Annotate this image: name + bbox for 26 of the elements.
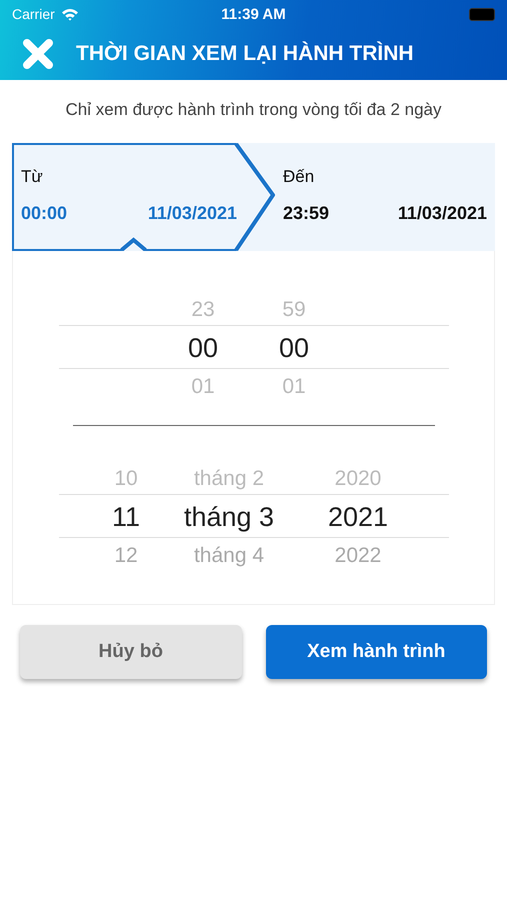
picker-item[interactable]: tháng 2 (194, 460, 264, 497)
picker-item[interactable]: 01 (191, 368, 215, 405)
picker-item[interactable]: 23 (191, 291, 215, 328)
picker-item[interactable]: 2020 (334, 460, 382, 497)
carrier-label: Carrier (12, 6, 55, 22)
picker-item[interactable]: 2022 (334, 537, 382, 574)
picker-item[interactable]: 00 (278, 328, 310, 368)
picker-item[interactable]: 2021 (328, 497, 388, 537)
picker-item[interactable]: 12 (114, 537, 138, 574)
range-tab[interactable]: Từ 00:00 11/03/2021 (12, 143, 275, 251)
picker-item[interactable]: 10 (114, 460, 138, 497)
picker-item[interactable]: 11 (112, 497, 140, 537)
screen-title: THỜI GIAN XEM LẠI HÀNH TRÌNH (76, 42, 414, 66)
range-tab[interactable]: Đến 23:59 11/03/2021 (275, 143, 495, 251)
picker-item[interactable]: tháng 4 (194, 537, 264, 574)
picker-item[interactable]: 59 (282, 291, 306, 328)
view-route-button[interactable]: Xem hành trình (266, 625, 487, 679)
close-icon[interactable] (22, 38, 54, 70)
cancel-button[interactable]: Hủy bỏ (20, 625, 242, 679)
picker-item[interactable]: 00 (188, 328, 218, 368)
battery-icon (469, 8, 495, 20)
wifi-icon (60, 8, 79, 20)
picker-item[interactable]: tháng 3 (184, 497, 274, 537)
notice-text: Chỉ xem được hành trình trong vòng tối đa 2 ngày (64, 99, 442, 121)
picker-item[interactable]: 01 (282, 368, 306, 405)
status-time: 11:39 AM (221, 6, 286, 22)
